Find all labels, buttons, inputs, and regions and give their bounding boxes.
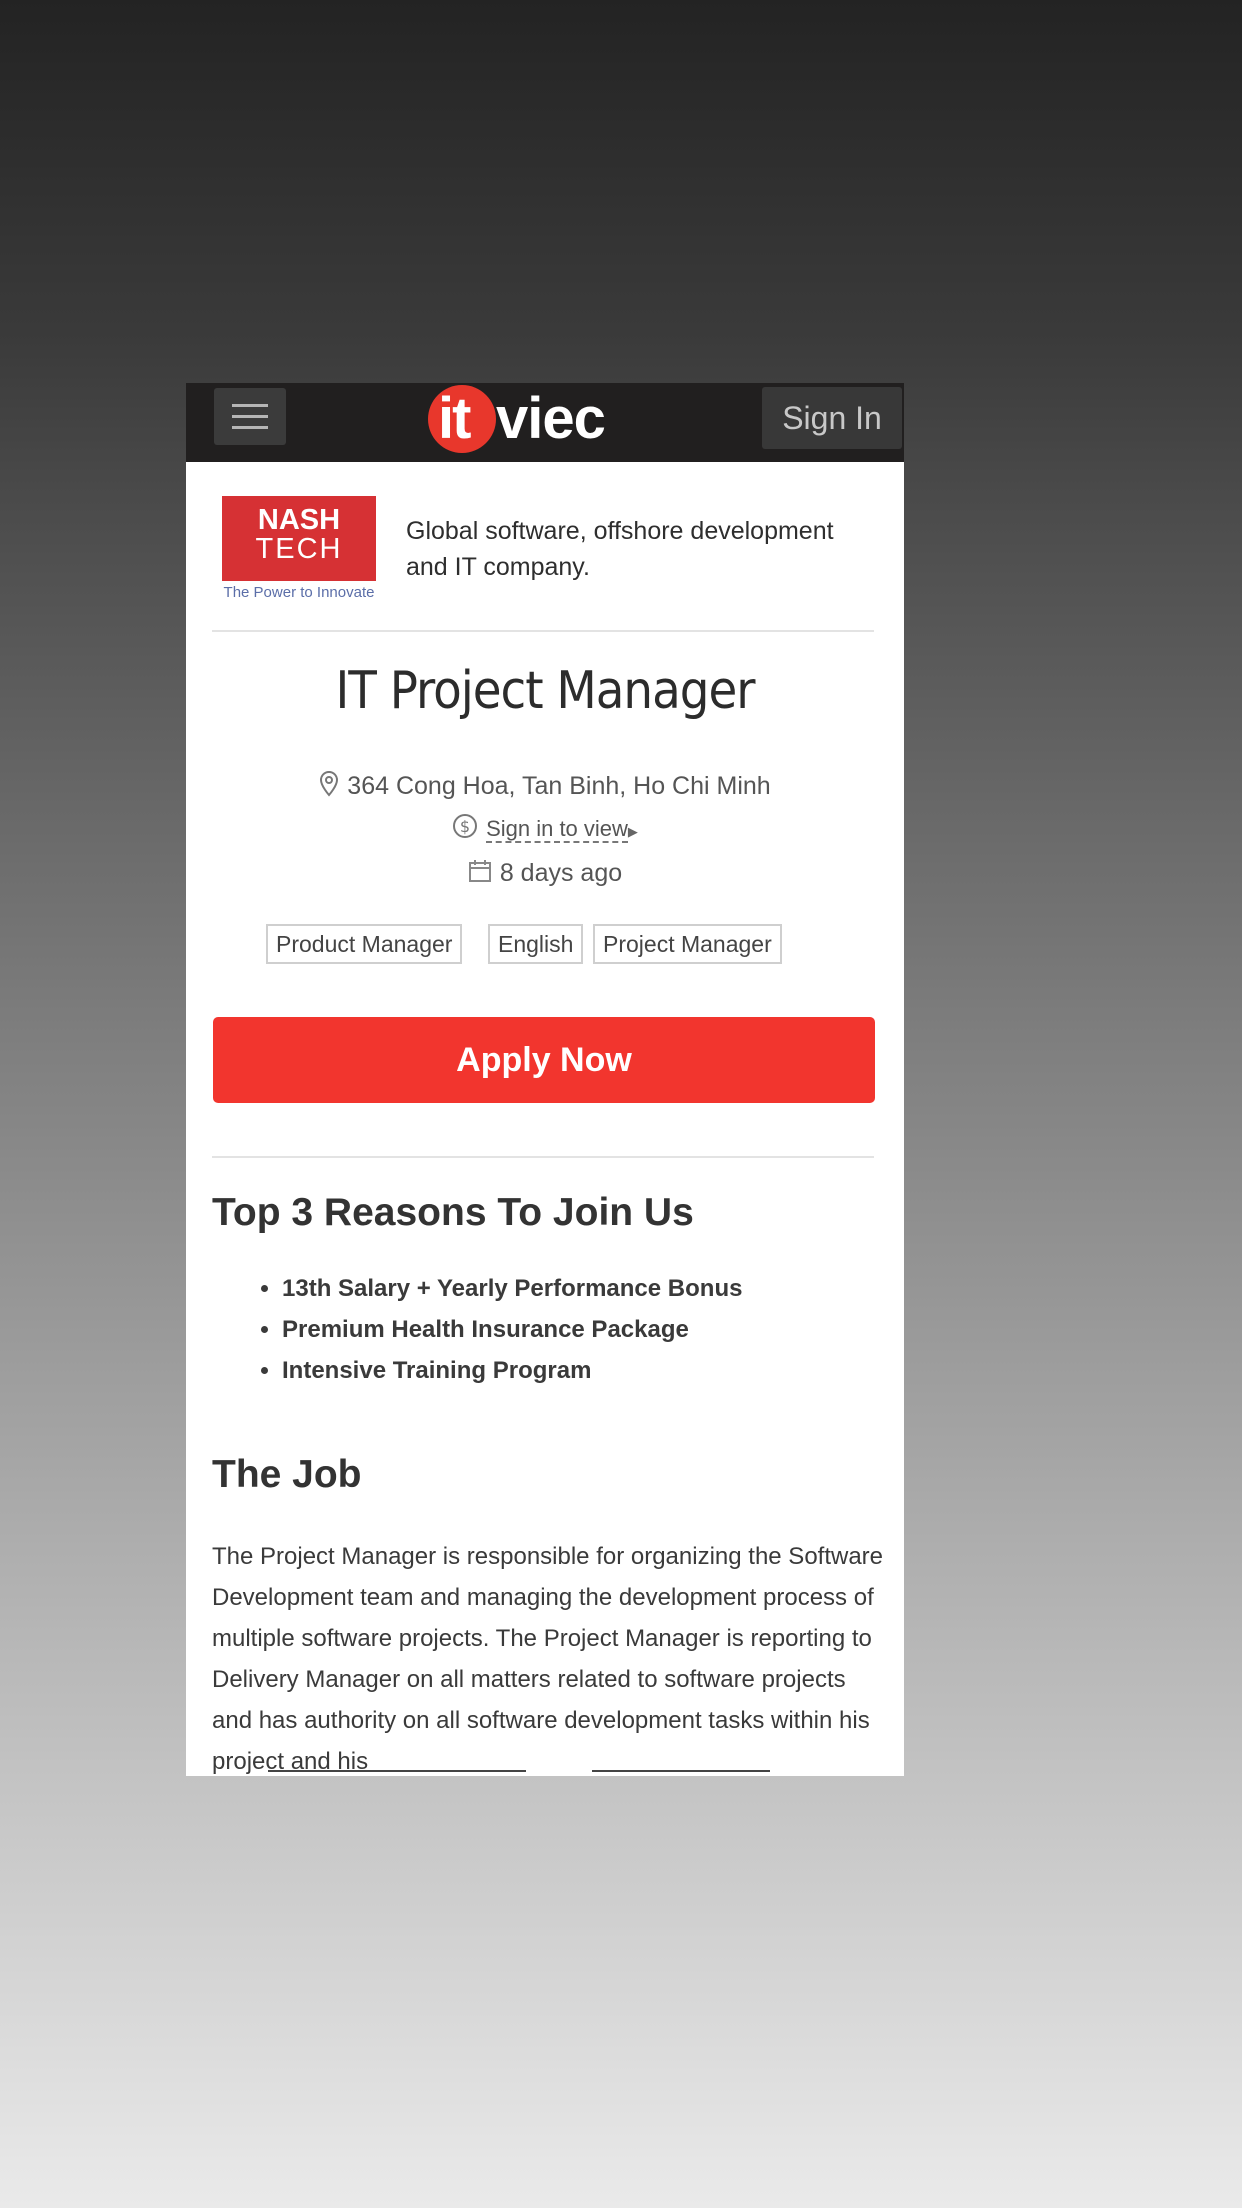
company-logo-line2: TECH — [255, 533, 343, 565]
sign-in-to-view-salary-link[interactable]: Sign in to view — [486, 816, 628, 844]
svg-text:$: $ — [460, 817, 470, 836]
hamburger-line — [232, 415, 268, 418]
link-underline — [268, 1770, 526, 1772]
itviec-logo[interactable]: it viec — [428, 385, 628, 459]
job-page: it viec Sign In NASH TECH The Power to I… — [186, 383, 904, 1776]
hamburger-menu-icon — [232, 404, 268, 407]
company-logo-line1: NASH — [257, 504, 341, 536]
tag-english[interactable]: English — [488, 924, 584, 964]
the-job-title: The Job — [212, 1453, 362, 1496]
company-logo-box: NASH TECH — [222, 496, 376, 581]
reasons-title: Top 3 Reasons To Join Us — [212, 1191, 694, 1234]
calendar-icon — [468, 859, 492, 890]
tag-product-manager[interactable]: Product Manager — [266, 924, 463, 964]
map-pin-icon — [319, 770, 339, 804]
job-tags: Product Manager English Project Manager — [266, 924, 866, 966]
hamburger-menu-button[interactable] — [214, 388, 286, 445]
apply-now-button[interactable]: Apply Now — [213, 1017, 875, 1103]
hamburger-line — [232, 426, 268, 429]
top-navbar: it viec Sign In — [186, 383, 904, 462]
job-title: IT Project Manager — [335, 661, 756, 721]
company-tagline: The Power to Innovate — [223, 584, 375, 601]
list-item: 13th Salary + Yearly Performance Bonus — [282, 1268, 742, 1309]
logo-it-text: it — [438, 386, 471, 451]
list-item: Intensive Training Program — [282, 1350, 742, 1391]
list-item: Premium Health Insurance Package — [282, 1309, 742, 1350]
caret-right-icon: ▶ — [627, 824, 638, 840]
divider — [212, 1156, 874, 1158]
divider — [212, 630, 874, 632]
company-description: Global software, offshore development an… — [406, 517, 834, 581]
posted-row: 8 days ago — [186, 859, 904, 890]
salary-row: $ Sign in to view▶ — [186, 813, 904, 846]
job-description: The Project Manager is responsible for o… — [212, 1543, 884, 1775]
reasons-list: 13th Salary + Yearly Performance Bonus P… — [242, 1268, 742, 1391]
company-logo[interactable]: NASH TECH The Power to Innovate — [222, 496, 376, 606]
logo-viec-text: viec — [496, 386, 606, 451]
tag-project-manager[interactable]: Project Manager — [593, 924, 782, 964]
location-row: 364 Cong Hoa, Tan Binh, Ho Chi Minh — [186, 770, 904, 804]
dollar-icon: $ — [452, 813, 478, 846]
posted-date: 8 days ago — [499, 859, 623, 888]
sign-in-button[interactable]: Sign In — [762, 387, 902, 449]
link-underline — [592, 1770, 770, 1772]
job-location: 364 Cong Hoa, Tan Binh, Ho Chi Minh — [347, 772, 771, 801]
